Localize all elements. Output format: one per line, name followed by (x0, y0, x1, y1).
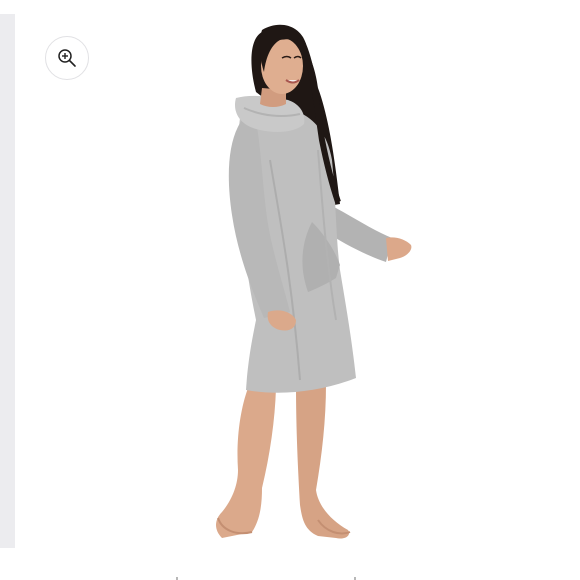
mouth (285, 79, 300, 84)
zoom-in-icon (58, 49, 76, 67)
zoom-button[interactable] (45, 36, 89, 80)
leg-back (296, 384, 350, 539)
hand-back (386, 237, 412, 261)
leg-front (216, 388, 276, 538)
product-image[interactable] (0, 0, 580, 580)
